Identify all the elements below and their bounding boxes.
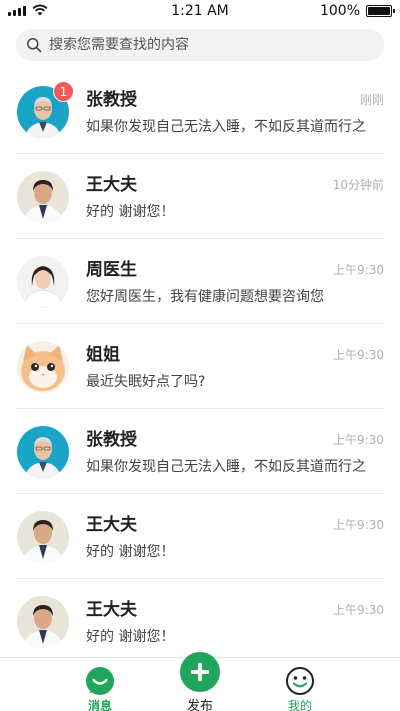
tab-publish-label: 发布 [186, 699, 213, 711]
message-preview: 好的 谢谢您！ [86, 629, 175, 645]
professor-avatar [17, 426, 69, 478]
publish-button[interactable] [180, 652, 220, 692]
message-preview: 好的 谢谢您！ [86, 204, 175, 220]
search-icon [27, 38, 42, 53]
messages-icon [85, 666, 115, 696]
message-preview: 最近失眠好点了吗? [86, 374, 206, 390]
chat-list-item[interactable]: 姐姐 上午9:30 最近失眠好点了吗? [0, 324, 400, 409]
tab-messages-label: 消息 [87, 699, 112, 711]
unread-badge: 1 [53, 81, 74, 102]
doctor-avatar [17, 171, 69, 223]
chat-list-item[interactable]: 王大夫 10分钟前好的 谢谢您！ [0, 154, 400, 239]
contact-name: 张教授 [86, 90, 137, 110]
message-time: 上午9:30 [333, 518, 384, 532]
message-preview: 如果你发现自己无法入睡，不如反其道而行之 [86, 119, 366, 135]
message-time: 上午9:30 [333, 603, 384, 617]
chat-list-item[interactable]: 张教授 上午9:30 如果你发现自己无法入睡，不如反其道而行之 [0, 409, 400, 494]
tab-mine-label: 我的 [287, 699, 312, 711]
message-time: 上午9:30 [333, 263, 384, 277]
search-input[interactable] [49, 37, 369, 53]
contact-name: 姐姐 [86, 345, 120, 365]
search-bar[interactable] [16, 29, 384, 61]
plus-icon [191, 663, 209, 681]
contact-name: 张教授 [86, 430, 137, 450]
status-right: 100% [319, 3, 395, 19]
status-bar: 1:21 AM 100% [0, 0, 400, 22]
message-time: 刚刚 [359, 93, 384, 107]
chat-list-item[interactable]: 王大夫 上午9:30 好的 谢谢您！ [0, 494, 400, 579]
message-preview: 好的 谢谢您！ [86, 544, 175, 560]
contact-name: 王大夫 [86, 600, 137, 620]
battery-fill [368, 7, 390, 15]
message-time: 上午9:30 [333, 348, 384, 362]
tab-publish[interactable]: 发布 [160, 652, 240, 711]
battery-icon [366, 5, 395, 17]
tab-bar: 消息 发布 我的 [0, 652, 400, 711]
message-preview: 您好周医生，我有健康问题想要咨询您 [86, 289, 324, 305]
smiley-icon [285, 666, 315, 696]
chat-list-item[interactable]: 1 张教授 刚刚如果你发现自己无法入睡，不如反其道而行之 [0, 69, 400, 154]
contact-name: 周医生 [86, 260, 137, 280]
chat-list-item[interactable]: 周医生 上午9:30 您好周医生，我有健康问题想要咨询您 [0, 239, 400, 324]
message-time: 上午9:30 [333, 433, 384, 447]
battery-text: 100% [319, 3, 360, 19]
female-doctor-avatar [17, 256, 69, 308]
message-preview: 如果你发现自己无法入睡，不如反其道而行之 [86, 459, 366, 475]
message-time: 10分钟前 [332, 178, 384, 192]
doctor-avatar [17, 511, 69, 563]
contact-name: 王大夫 [86, 175, 137, 195]
doctor-avatar [17, 596, 69, 648]
contact-name: 王大夫 [86, 515, 137, 535]
tab-mine[interactable]: 我的 [260, 658, 340, 711]
cat-avatar [17, 341, 69, 393]
tab-messages[interactable]: 消息 [60, 658, 140, 711]
chat-list: 1 张教授 刚刚 如果你发现自己无法入睡，不如反其道而行之 王大夫 10分钟前 好的 谢谢您… [0, 69, 400, 664]
